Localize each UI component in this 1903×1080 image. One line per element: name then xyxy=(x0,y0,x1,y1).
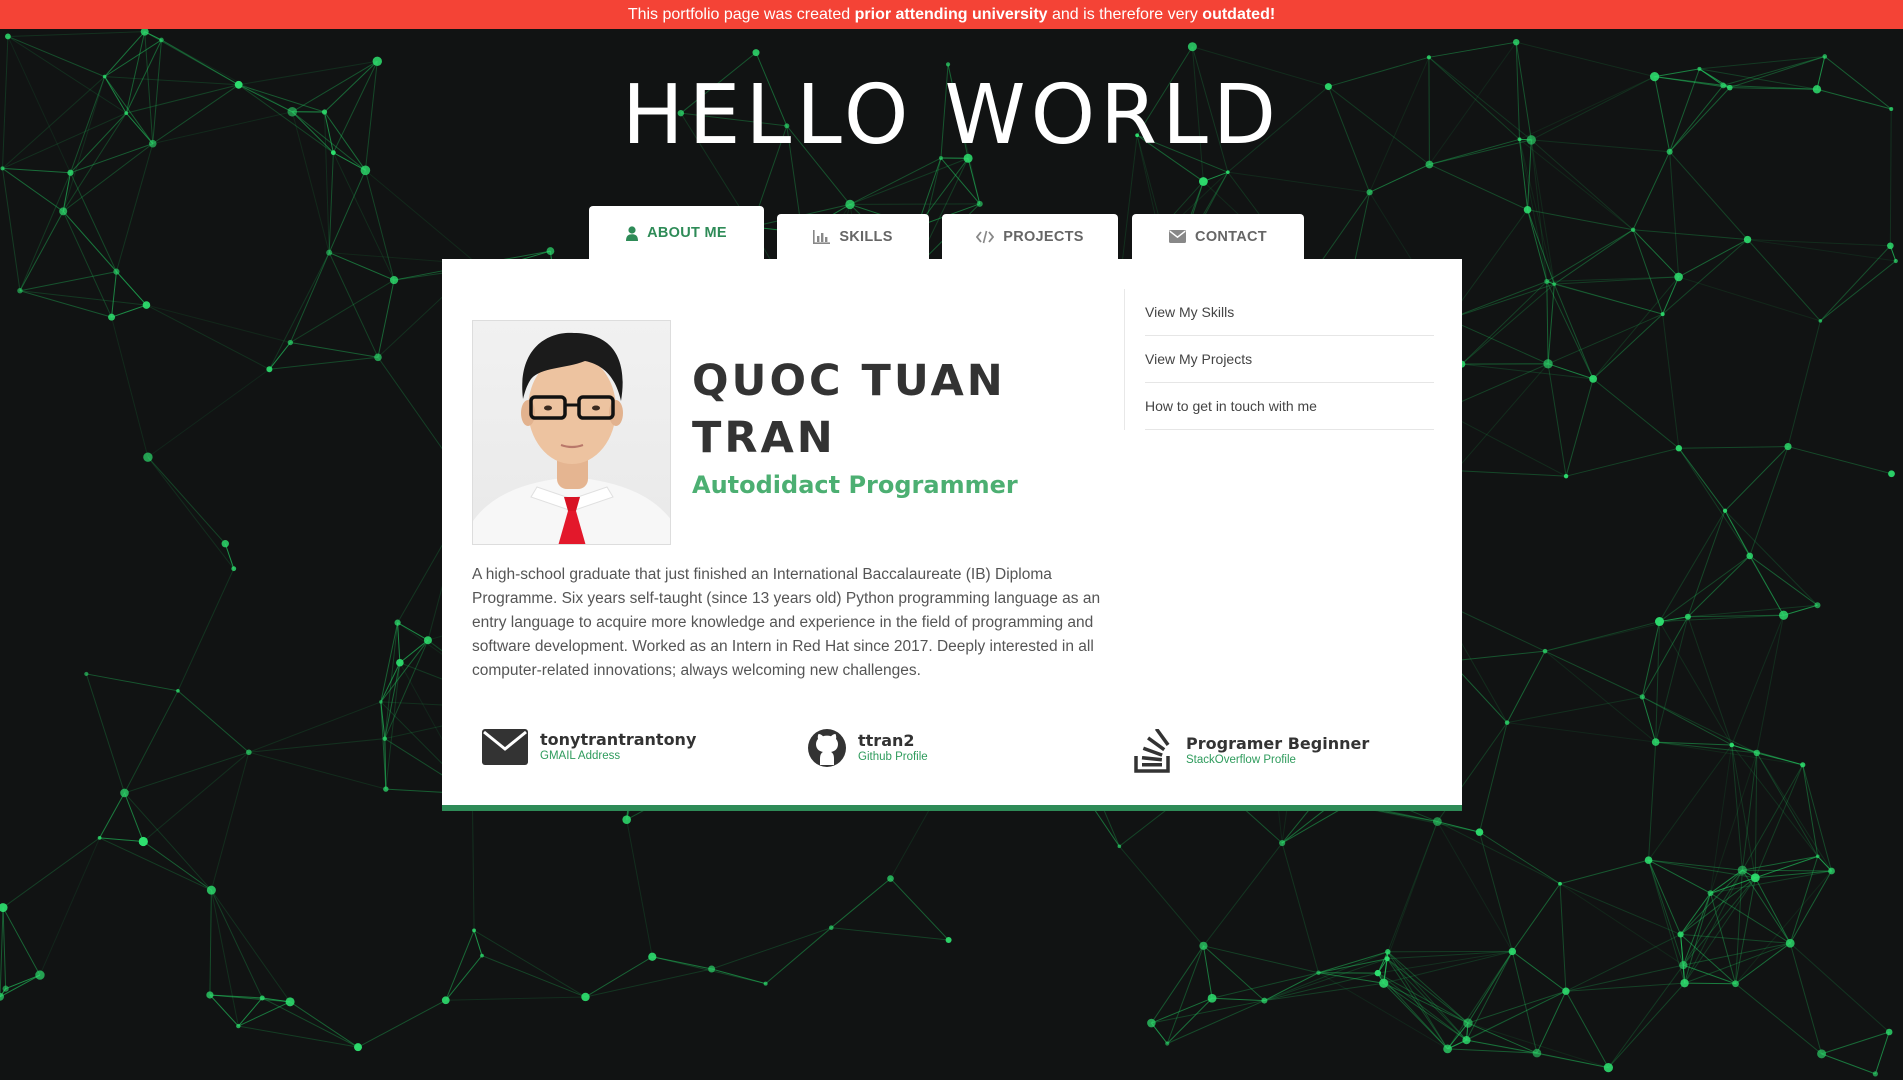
about-me-panel: QUOC TUAN TRAN Autodidact Programmer A h… xyxy=(442,259,1462,811)
tab-label: SKILLS xyxy=(839,228,893,245)
outdated-notice-banner: This portfolio page was created prior at… xyxy=(0,0,1903,29)
banner-text: This portfolio page was created xyxy=(627,6,855,23)
github-caption: Github Profile xyxy=(858,751,928,763)
github-icon xyxy=(808,729,846,767)
tab-label: ABOUT ME xyxy=(647,225,727,241)
profile-name: QUOC TUAN TRAN xyxy=(692,353,1052,467)
banner-emphasis: outdated! xyxy=(1202,6,1276,23)
get-in-touch-link[interactable]: How to get in touch with me xyxy=(1145,383,1434,430)
stackoverflow-caption: StackOverflow Profile xyxy=(1186,754,1296,766)
gmail-address: tonytrantrantony xyxy=(540,730,697,749)
tab-label: PROJECTS xyxy=(1003,228,1084,245)
user-icon xyxy=(626,225,639,241)
contact-gmail[interactable]: tonytrantrantony GMAIL Address xyxy=(482,729,696,765)
github-username: ttran2 xyxy=(858,731,915,750)
stackoverflow-username: Programer Beginner xyxy=(1186,734,1370,753)
profile-photo xyxy=(472,320,671,545)
contact-github[interactable]: ttran2 Github Profile xyxy=(808,729,928,767)
code-icon xyxy=(976,230,995,243)
envelope-icon xyxy=(482,729,528,765)
hero-title: HELLO WORLD xyxy=(622,68,1281,163)
view-projects-link[interactable]: View My Projects xyxy=(1145,336,1434,383)
bar-chart-icon xyxy=(813,229,831,244)
banner-emphasis: prior attending university xyxy=(854,6,1048,23)
gmail-caption: GMAIL Address xyxy=(540,750,621,762)
name-line: TRAN xyxy=(692,413,836,463)
envelope-icon xyxy=(1169,230,1187,243)
profile-bio: A high-school graduate that just finishe… xyxy=(472,566,1101,679)
tab-about-me[interactable]: ABOUT ME xyxy=(589,206,764,260)
name-line: QUOC TUAN xyxy=(692,356,1006,406)
stackoverflow-icon xyxy=(1134,729,1170,773)
tab-skills[interactable]: SKILLS xyxy=(777,214,929,259)
side-navigation: View My Skills View My Projects How to g… xyxy=(1124,289,1434,430)
contact-stackoverflow[interactable]: Programer Beginner StackOverflow Profile xyxy=(1134,729,1369,773)
tab-label: CONTACT xyxy=(1195,228,1267,245)
tab-projects[interactable]: PROJECTS xyxy=(942,214,1118,259)
profile-role: Autodidact Programmer xyxy=(692,471,1018,499)
tab-contact[interactable]: CONTACT xyxy=(1132,214,1304,259)
banner-text: and is therefore very xyxy=(1047,6,1203,23)
view-skills-link[interactable]: View My Skills xyxy=(1145,289,1434,336)
